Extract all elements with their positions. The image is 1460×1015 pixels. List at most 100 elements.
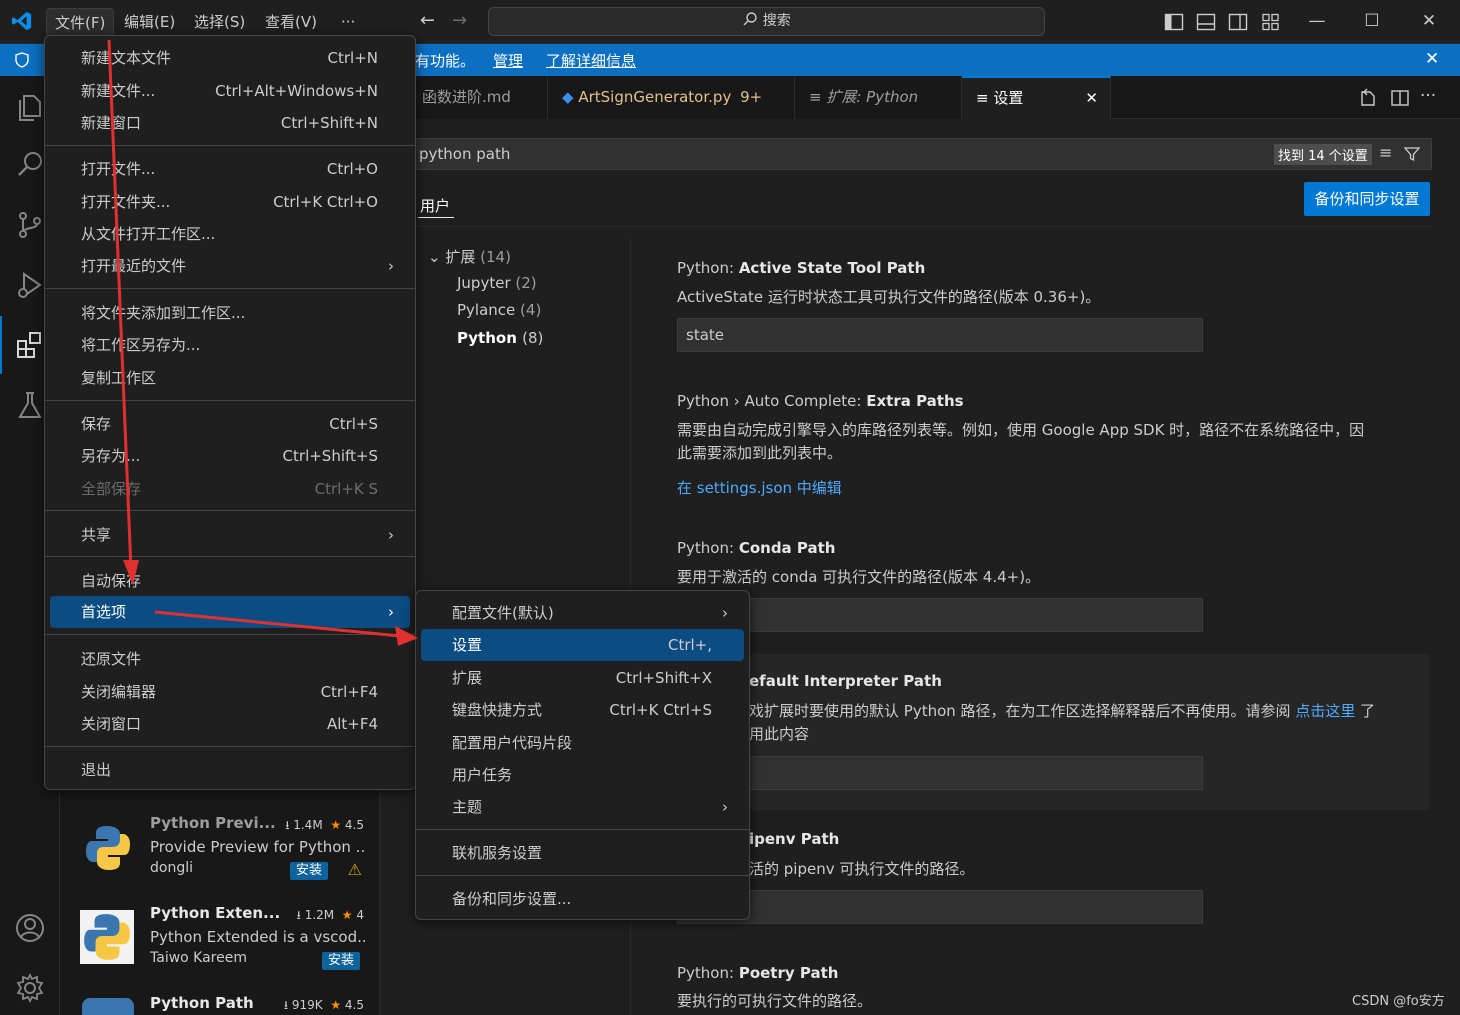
- menu-item-save-as[interactable]: 另存为... Ctrl+Shift+S: [50, 440, 410, 472]
- extension-item[interactable]: Python Exten... ⭳ 1.2M ★ 4 Python Extend…: [78, 904, 368, 984]
- toggle-primary-sidebar-icon[interactable]: [1164, 12, 1184, 32]
- pipenv-path-input[interactable]: [677, 890, 1203, 924]
- tree-item-jupyter[interactable]: Jupyter (2): [457, 274, 537, 292]
- menu-item-label: 关闭编辑器: [81, 683, 157, 701]
- maximize-icon[interactable]: ☐: [1361, 10, 1383, 32]
- manage-link[interactable]: 管理: [493, 50, 523, 71]
- close-notification-icon[interactable]: ✕: [1425, 49, 1439, 69]
- menu-item-label: 配置文件(默认): [452, 604, 554, 622]
- edit-in-settings-json-link[interactable]: 在 settings.json 中编辑: [677, 477, 842, 500]
- extension-item[interactable]: Python Path ⭳ 919K ★ 4.5: [78, 994, 368, 1015]
- arrow-left-icon[interactable]: ←: [420, 10, 435, 31]
- learn-more-link[interactable]: 了解详细信息: [546, 50, 636, 71]
- click-here-link[interactable]: 点击这里: [1295, 702, 1355, 720]
- menu-item-theme[interactable]: 主题 ›: [421, 791, 744, 823]
- shortcut-label: Ctrl+O: [326, 160, 378, 178]
- menu-item-preferences[interactable]: 首选项 ›: [50, 596, 410, 628]
- tree-item-pylance[interactable]: Pylance (4): [457, 301, 541, 319]
- menu-item-label: 联机服务设置: [452, 844, 543, 862]
- star-icon: ★: [341, 908, 353, 922]
- download-icon: ⭳: [296, 908, 305, 922]
- install-button[interactable]: 安装: [289, 862, 328, 880]
- menu-item-save[interactable]: 保存 Ctrl+S: [50, 408, 410, 440]
- menu-item-exit[interactable]: 退出: [50, 754, 410, 786]
- menu-item-user-snippets[interactable]: 配置用户代码片段: [421, 727, 744, 759]
- tab-settings[interactable]: ≡ 设置 ✕: [962, 76, 1111, 119]
- menu-edit[interactable]: 编辑(E): [116, 8, 183, 36]
- command-center-search[interactable]: 搜索: [488, 7, 1045, 36]
- python-logo-icon: [82, 998, 134, 1015]
- explorer-icon[interactable]: [14, 90, 46, 122]
- menu-separator: [416, 829, 749, 830]
- split-editor-icon[interactable]: [1390, 88, 1410, 108]
- menu-item-new-text-file[interactable]: 新建文本文件 Ctrl+N: [50, 42, 410, 74]
- active-state-path-input[interactable]: state: [677, 318, 1203, 352]
- menu-item-backup-sync[interactable]: 备份和同步设置...: [421, 883, 744, 915]
- extensions-icon[interactable]: [14, 329, 46, 361]
- menu-file[interactable]: 文件(F): [46, 8, 115, 36]
- menu-item-add-folder-to-workspace[interactable]: 将文件夹添加到工作区...: [50, 297, 410, 329]
- menu-separator: [416, 875, 749, 876]
- close-window-icon[interactable]: ✕: [1418, 10, 1440, 32]
- filter-icon[interactable]: [1404, 146, 1420, 162]
- settings-gear-icon[interactable]: [14, 972, 46, 1004]
- customize-layout-icon[interactable]: [1261, 12, 1281, 32]
- menu-item-extensions[interactable]: 扩展 Ctrl+Shift+X: [421, 662, 744, 694]
- backup-sync-button[interactable]: 备份和同步设置: [1304, 182, 1430, 216]
- tab-markdown[interactable]: 函数进阶.md: [408, 76, 548, 119]
- conda-path-input[interactable]: [677, 598, 1203, 632]
- menu-view[interactable]: 查看(V): [257, 8, 325, 36]
- menu-item-new-window[interactable]: 新建窗口 Ctrl+Shift+N: [50, 107, 410, 139]
- extension-publisher: Taiwo Kareem: [150, 950, 247, 966]
- tree-item-python[interactable]: Python (8): [457, 329, 543, 347]
- menu-item-user-tasks[interactable]: 用户任务: [421, 759, 744, 791]
- menu-selection[interactable]: 选择(S): [186, 8, 253, 36]
- source-control-icon[interactable]: [14, 209, 46, 241]
- menu-item-close-editor[interactable]: 关闭编辑器 Ctrl+F4: [50, 676, 410, 708]
- menu-item-label: 新建窗口: [81, 114, 142, 132]
- menu-item-settings[interactable]: 设置 Ctrl+,: [421, 629, 744, 661]
- toggle-secondary-sidebar-icon[interactable]: [1228, 12, 1248, 32]
- menu-item-open-file[interactable]: 打开文件... Ctrl+O: [50, 153, 410, 185]
- toggle-panel-icon[interactable]: [1196, 12, 1216, 32]
- filter-list-icon[interactable]: ≡: [1379, 143, 1392, 162]
- run-debug-icon[interactable]: [14, 269, 46, 301]
- menu-more[interactable]: ···: [333, 8, 363, 36]
- search-icon[interactable]: [14, 149, 46, 181]
- extension-item[interactable]: Python Previ... ⭳ 1.4M ★ 4.5 Provide Pre…: [78, 814, 368, 894]
- setting-description: 要用于激活的 conda 可执行文件的路径(版本 4.4+)。: [677, 568, 1041, 586]
- menu-item-open-recent[interactable]: 打开最近的文件 ›: [50, 250, 410, 282]
- menu-item-label: 从文件打开工作区...: [81, 225, 216, 243]
- menu-item-share[interactable]: 共享 ›: [50, 519, 410, 551]
- menu-item-open-folder[interactable]: 打开文件夹... Ctrl+K Ctrl+O: [50, 186, 410, 218]
- menu-item-keyboard-shortcuts[interactable]: 键盘快捷方式 Ctrl+K Ctrl+S: [421, 694, 744, 726]
- minimize-icon[interactable]: —: [1306, 10, 1328, 32]
- extension-description: Provide Preview for Python ...: [150, 838, 366, 856]
- tab-user-scope[interactable]: 用户: [420, 195, 450, 216]
- menu-item-profile[interactable]: 配置文件(默认) ›: [421, 597, 744, 629]
- menu-item-duplicate-workspace[interactable]: 复制工作区: [50, 362, 410, 394]
- menu-item-save-workspace-as[interactable]: 将工作区另存为...: [50, 329, 410, 361]
- setting-description: ActiveState 运行时状态工具可执行文件的路径(版本 0.36+)。: [677, 288, 1101, 306]
- setting-prefix: Python:: [677, 964, 739, 982]
- tab-label: 设置: [993, 89, 1024, 107]
- menu-item-auto-save[interactable]: 自动保存: [50, 565, 410, 597]
- arrow-right-icon[interactable]: →: [452, 10, 467, 31]
- tab-extension-python[interactable]: ≡ 扩展: Python: [795, 76, 962, 119]
- open-settings-json-icon[interactable]: [1358, 88, 1378, 108]
- menu-item-open-workspace[interactable]: 从文件打开工作区...: [50, 218, 410, 250]
- settings-search-input[interactable]: python path 找到 14 个设置 ≡: [408, 138, 1432, 170]
- menu-item-online-services[interactable]: 联机服务设置: [421, 837, 744, 869]
- shortcut-label: Ctrl+Shift+S: [282, 447, 378, 465]
- install-button[interactable]: 安装: [321, 952, 360, 970]
- menu-item-revert-file[interactable]: 还原文件: [50, 643, 410, 675]
- close-tab-icon[interactable]: ✕: [1085, 78, 1098, 119]
- menu-item-close-window[interactable]: 关闭窗口 Alt+F4: [50, 708, 410, 740]
- account-icon[interactable]: [14, 912, 46, 944]
- testing-icon[interactable]: [14, 389, 46, 421]
- tree-group-extensions[interactable]: ⌄ 扩展 (14): [428, 246, 511, 267]
- more-actions-icon[interactable]: ···: [1420, 86, 1436, 106]
- tab-python-file[interactable]: ◆ ArtSignGenerator.py 9+: [548, 76, 795, 119]
- default-interpreter-input[interactable]: [677, 756, 1203, 790]
- menu-item-new-file[interactable]: 新建文件... Ctrl+Alt+Windows+N: [50, 75, 410, 107]
